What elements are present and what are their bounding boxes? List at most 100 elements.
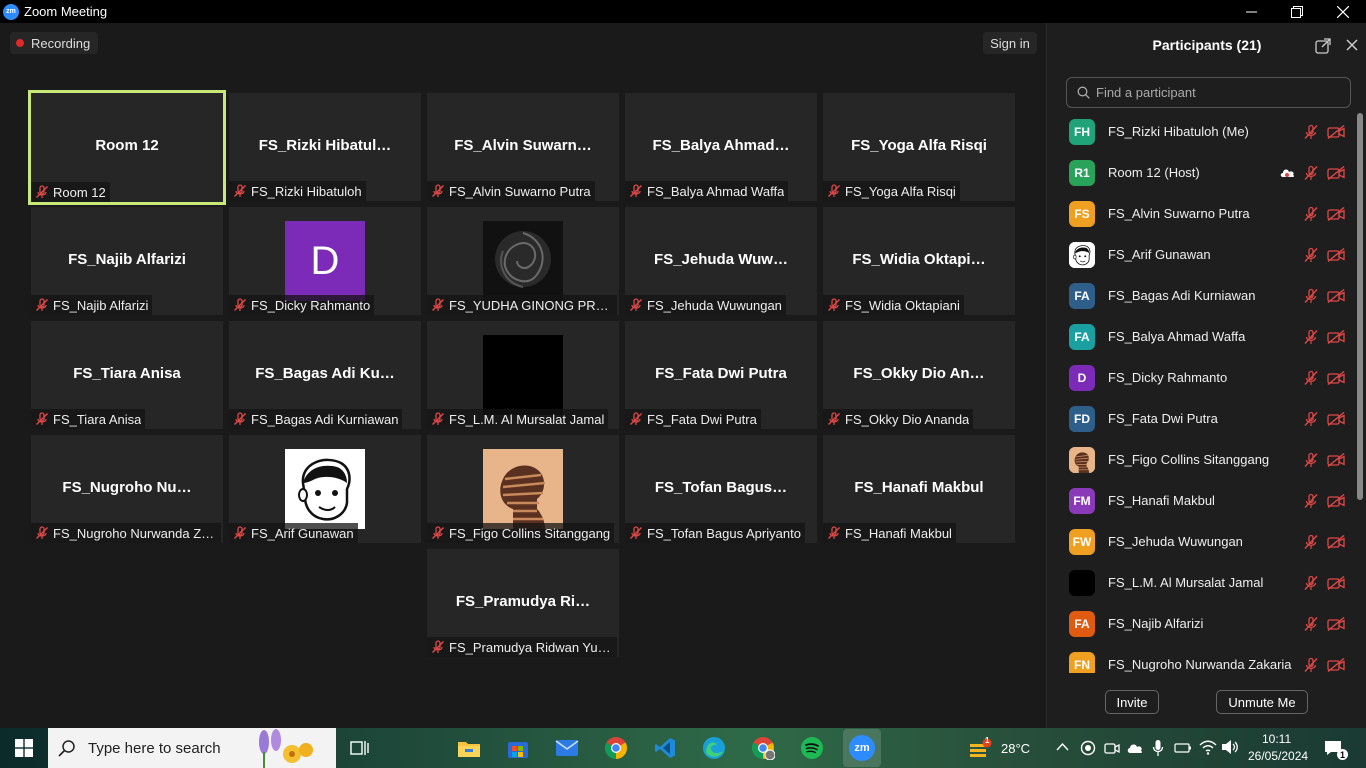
participant-row[interactable]: FS_L.M. Al Mursalat Jamal	[1047, 562, 1355, 603]
participant-row[interactable]: FS_Arif Gunawan	[1047, 234, 1355, 275]
video-tile[interactable]: FS_Najib Alfarizi FS_Najib Alfarizi	[31, 207, 223, 315]
mic-muted-icon[interactable]	[1303, 288, 1319, 304]
video-tile[interactable]: FS_Jehuda Wuw… FS_Jehuda Wuwungan	[625, 207, 817, 315]
participant-name: FS_Hanafi Makbul	[1108, 493, 1215, 508]
close-panel-icon[interactable]	[1343, 36, 1361, 54]
video-tile[interactable]: FS_Tiara Anisa FS_Tiara Anisa	[31, 321, 223, 429]
mic-muted-icon[interactable]	[1303, 247, 1319, 263]
video-tile[interactable]: FS_Widia Oktapi… FS_Widia Oktapiani	[823, 207, 1015, 315]
video-off-icon[interactable]	[1327, 452, 1345, 467]
participant-row[interactable]: FA FS_Bagas Adi Kurniawan	[1047, 275, 1355, 316]
video-tile[interactable]: FS_Hanafi Makbul FS_Hanafi Makbul	[823, 435, 1015, 543]
restore-button[interactable]	[1274, 0, 1320, 23]
video-tile[interactable]: FS_Tofan Bagus… FS_Tofan Bagus Apriyanto	[625, 435, 817, 543]
video-off-icon[interactable]	[1327, 206, 1345, 221]
video-tile[interactable]: FS_Bagas Adi Ku… FS_Bagas Adi Kurniawan	[229, 321, 421, 429]
participant-row[interactable]: FA FS_Najib Alfarizi	[1047, 603, 1355, 644]
video-tile[interactable]: FS_YUDHA GINONG PRATI...	[427, 207, 619, 315]
tile-display-name: FS_Fata Dwi Putra	[655, 365, 787, 382]
video-tile[interactable]: FS_Arif Gunawan	[229, 435, 421, 543]
video-off-icon[interactable]	[1327, 370, 1345, 385]
wifi-icon[interactable]	[1199, 739, 1217, 755]
chevron-up-icon[interactable]	[1056, 742, 1069, 752]
mic-muted-icon[interactable]	[1303, 616, 1319, 632]
start-button[interactable]	[0, 728, 48, 768]
invite-button[interactable]: Invite	[1105, 690, 1159, 714]
sign-in-button[interactable]: Sign in	[983, 32, 1037, 54]
participant-row[interactable]: D FS_Dicky Rahmanto	[1047, 357, 1355, 398]
chrome-button[interactable]	[601, 733, 631, 763]
microsoft-store-button[interactable]	[503, 733, 533, 763]
weather-temperature[interactable]: 28°C	[1001, 741, 1030, 756]
mic-muted-icon[interactable]	[1303, 165, 1319, 181]
close-button[interactable]	[1320, 0, 1366, 23]
camera-tray-icon[interactable]	[1104, 740, 1120, 756]
recording-indicator[interactable]: Recording	[10, 32, 99, 54]
video-tile[interactable]: FS_Pramudya Ri… FS_Pramudya Ridwan Yulia.…	[427, 549, 619, 657]
video-off-icon[interactable]	[1327, 534, 1345, 549]
video-off-icon[interactable]	[1327, 411, 1345, 426]
participant-row[interactable]: R1 Room 12 (Host)	[1047, 152, 1355, 193]
video-off-icon[interactable]	[1327, 288, 1345, 303]
participant-row[interactable]: FH FS_Rizki Hibatuloh (Me)	[1047, 111, 1355, 152]
edge-button[interactable]	[699, 733, 729, 763]
file-explorer-button[interactable]	[454, 733, 484, 763]
participant-search-input[interactable]: Find a participant	[1066, 77, 1351, 108]
chrome-profile-button[interactable]	[748, 733, 778, 763]
video-off-icon[interactable]	[1327, 247, 1345, 262]
task-view-button[interactable]	[345, 733, 375, 763]
video-tile[interactable]: D FS_Dicky Rahmanto	[229, 207, 421, 315]
video-off-icon[interactable]	[1327, 165, 1345, 180]
mic-muted-icon[interactable]	[1303, 493, 1319, 509]
video-tile[interactable]: FS_Nugroho Nu… FS_Nugroho Nurwanda Za...	[31, 435, 223, 543]
onedrive-cloud-icon[interactable]	[1126, 741, 1144, 755]
spotify-button[interactable]	[797, 733, 827, 763]
participant-row[interactable]: FN FS_Nugroho Nurwanda Zakaria	[1047, 644, 1355, 673]
video-off-icon[interactable]	[1327, 657, 1345, 672]
video-off-icon[interactable]	[1327, 575, 1345, 590]
mic-muted-icon[interactable]	[1303, 206, 1319, 222]
clock-date[interactable]: 26/05/2024	[1248, 749, 1308, 763]
video-tile[interactable]: FS_Rizki Hibatul… FS_Rizki Hibatuloh	[229, 93, 421, 201]
video-tile[interactable]: FS_L.M. Al Mursalat Jamal	[427, 321, 619, 429]
microphone-tray-icon[interactable]	[1152, 739, 1164, 757]
mail-button[interactable]	[552, 733, 582, 763]
video-off-icon[interactable]	[1327, 329, 1345, 344]
video-tile[interactable]: FS_Figo Collins Sitanggang	[427, 435, 619, 543]
participant-row[interactable]: FD FS_Fata Dwi Putra	[1047, 398, 1355, 439]
video-tile[interactable]: FS_Yoga Alfa Risqi FS_Yoga Alfa Risqi	[823, 93, 1015, 201]
video-off-icon[interactable]	[1327, 493, 1345, 508]
zoom-taskbar-button[interactable]: zm	[843, 729, 881, 767]
video-tile[interactable]: FS_Alvin Suwarn… FS_Alvin Suwarno Putra	[427, 93, 619, 201]
battery-icon[interactable]	[1174, 742, 1192, 754]
video-tile[interactable]: FS_Okky Dio An… FS_Okky Dio Ananda	[823, 321, 1015, 429]
video-off-icon[interactable]	[1327, 124, 1345, 139]
video-off-icon[interactable]	[1327, 616, 1345, 631]
mic-muted-icon[interactable]	[1303, 452, 1319, 468]
clock-time[interactable]: 10:11	[1262, 732, 1291, 746]
volume-icon[interactable]	[1221, 739, 1239, 755]
participant-row[interactable]: FS FS_Alvin Suwarno Putra	[1047, 193, 1355, 234]
participant-list-scrollbar[interactable]	[1357, 113, 1363, 500]
pop-out-icon[interactable]	[1315, 38, 1331, 54]
video-tile[interactable]: FS_Balya Ahmad… FS_Balya Ahmad Waffa	[625, 93, 817, 201]
unmute-me-button[interactable]: Unmute Me	[1216, 690, 1308, 714]
mic-muted-icon[interactable]	[1303, 329, 1319, 345]
mic-muted-icon[interactable]	[1303, 575, 1319, 591]
video-tile[interactable]: FS_Fata Dwi Putra FS_Fata Dwi Putra	[625, 321, 817, 429]
participant-row[interactable]: FS_Figo Collins Sitanggang	[1047, 439, 1355, 480]
mic-muted-icon[interactable]	[1303, 411, 1319, 427]
mic-muted-icon[interactable]	[1303, 124, 1319, 140]
mic-muted-icon[interactable]	[1303, 657, 1319, 673]
minimize-button[interactable]	[1228, 0, 1274, 23]
record-tray-icon[interactable]	[1080, 740, 1096, 756]
participant-row[interactable]: FA FS_Balya Ahmad Waffa	[1047, 316, 1355, 357]
participant-row[interactable]: FW FS_Jehuda Wuwungan	[1047, 521, 1355, 562]
video-tile[interactable]: Room 12 Room 12	[28, 90, 226, 205]
vscode-button[interactable]	[650, 733, 680, 763]
taskbar-search-input[interactable]: Type here to search	[48, 728, 336, 768]
participant-row[interactable]: FM FS_Hanafi Makbul	[1047, 480, 1355, 521]
participant-list[interactable]: FH FS_Rizki Hibatuloh (Me) R1 Room 12 (Host…	[1047, 111, 1355, 673]
mic-muted-icon[interactable]	[1303, 370, 1319, 386]
mic-muted-icon[interactable]	[1303, 534, 1319, 550]
